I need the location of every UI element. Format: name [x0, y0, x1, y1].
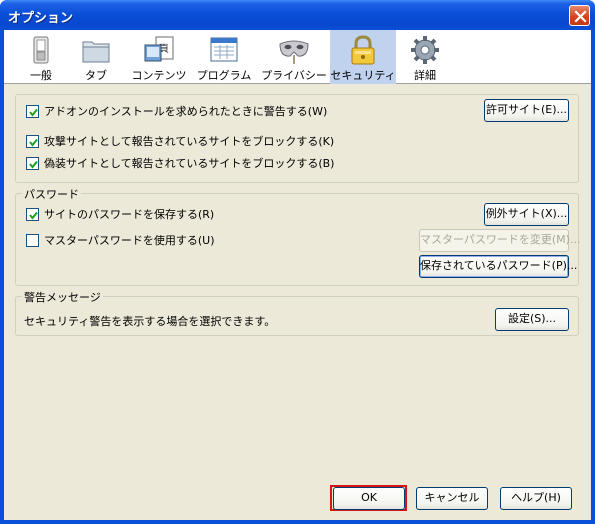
category-toolbar: 一般 タブ 頁 コンテンツ プログラム プライバシー セキュリティ 詳細: [4, 30, 591, 84]
tab-tabs[interactable]: タブ: [70, 30, 122, 84]
tab-label: プライバシー: [261, 69, 327, 82]
mask-icon: [279, 40, 309, 64]
tab-label: コンテンツ: [131, 69, 187, 82]
tab-content[interactable]: 頁 コンテンツ: [128, 30, 190, 84]
tab-label: プログラム: [196, 69, 252, 82]
tab-security[interactable]: セキュリティ: [330, 30, 396, 84]
ok-button[interactable]: OK: [333, 487, 405, 510]
cancel-button[interactable]: キャンセル: [416, 487, 488, 510]
checkmark-icon: [29, 160, 38, 169]
close-icon: [574, 10, 587, 23]
saved-passwords-button[interactable]: 保存されているパスワード(P)...: [419, 255, 577, 278]
addons-group: アドオンのインストールを求められたときに警告する(W) 許可サイト(E)... …: [15, 94, 579, 183]
tab-label: タブ: [85, 69, 107, 82]
lock-icon: [351, 35, 375, 65]
tab-label: 一般: [30, 69, 52, 82]
program-icon: [210, 37, 238, 62]
gear-icon: [411, 36, 439, 64]
addon-exceptions-button[interactable]: 許可サイト(E)...: [484, 99, 569, 122]
options-window: オプション 一般 タブ 頁 コンテンツ プログラム プライバシー セキュリティ …: [0, 0, 595, 524]
checkbox-label: アドオンのインストールを求められたときに警告する(W): [44, 105, 328, 118]
group-title: パスワード: [22, 186, 81, 202]
group-title: 警告メッセージ: [22, 289, 103, 305]
tab-label: セキュリティ: [330, 69, 396, 82]
dialog-body: 一般 タブ 頁 コンテンツ プログラム プライバシー セキュリティ 詳細 アドオ…: [4, 30, 591, 520]
checkbox-label: 攻撃サイトとして報告されているサイトをブロックする(K): [44, 135, 335, 148]
help-button[interactable]: ヘルプ(H): [500, 487, 572, 510]
warnings-description: セキュリティ警告を表示する場合を選択できます。: [24, 315, 276, 328]
checkmark-icon: [29, 138, 38, 147]
checkmark-icon: [29, 211, 38, 220]
folder-icon: [82, 41, 110, 63]
checkbox-box[interactable]: [26, 135, 39, 148]
warnings-group: 警告メッセージ セキュリティ警告を表示する場合を選択できます。 設定(S)...: [15, 289, 579, 336]
checkbox-box[interactable]: [26, 105, 39, 118]
password-exceptions-button[interactable]: 例外サイト(X)...: [484, 203, 569, 226]
warning-settings-button[interactable]: 設定(S)...: [495, 308, 569, 331]
tab-advanced[interactable]: 詳細: [400, 30, 450, 84]
change-master-password-button: マスターパスワードを変更(M)...: [419, 229, 580, 252]
window-title: オプション: [8, 11, 74, 26]
tab-programs[interactable]: プログラム: [192, 30, 256, 84]
checkmark-icon: [29, 108, 38, 117]
close-button[interactable]: [569, 5, 590, 26]
checkbox-box[interactable]: [26, 234, 39, 247]
checkbox-label: サイトのパスワードを保存する(R): [44, 208, 215, 221]
passwords-group: パスワード サイトのパスワードを保存する(R) 例外サイト(X)... マスター…: [15, 186, 580, 286]
title-bar[interactable]: オプション: [0, 0, 595, 30]
tab-privacy[interactable]: プライバシー: [258, 30, 330, 84]
checkbox-label: 偽装サイトとして報告されているサイトをブロックする(B): [44, 157, 335, 170]
tab-general[interactable]: 一般: [12, 30, 70, 84]
checkbox-box[interactable]: [26, 157, 39, 170]
switch-icon: [33, 36, 49, 64]
checkbox-label: マスターパスワードを使用する(U): [44, 234, 215, 247]
tab-label: 詳細: [414, 69, 436, 82]
content-icon: 頁: [144, 36, 174, 62]
checkbox-box[interactable]: [26, 208, 39, 221]
